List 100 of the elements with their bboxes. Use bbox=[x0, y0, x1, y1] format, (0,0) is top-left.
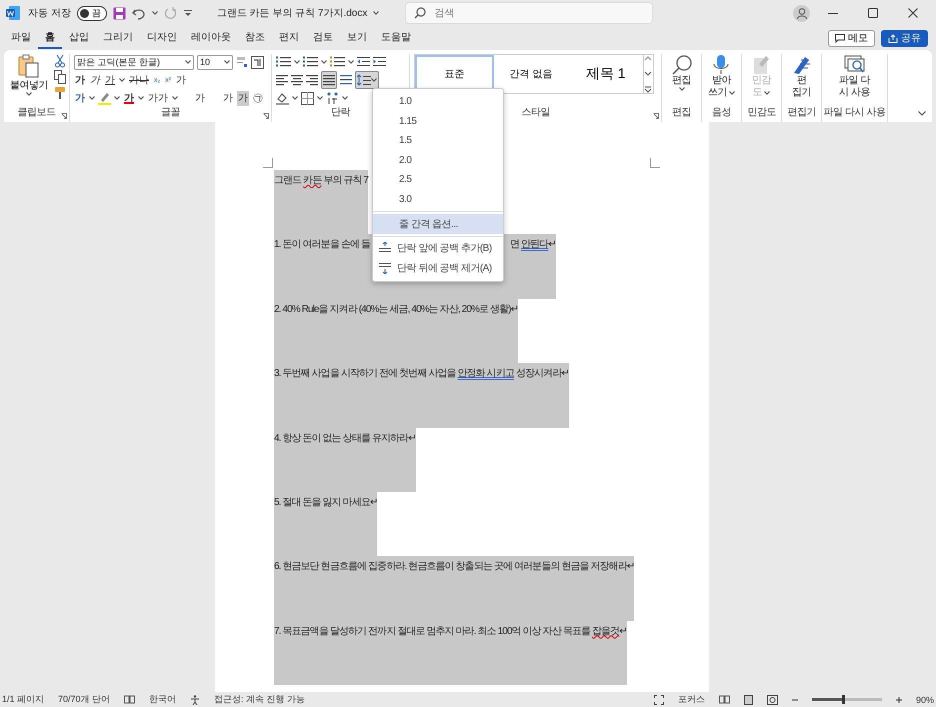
scroll-down-icon[interactable] bbox=[644, 70, 652, 76]
menu-item[interactable]: 2.5 bbox=[373, 170, 503, 190]
language[interactable]: 한국어 bbox=[149, 693, 176, 706]
close-icon[interactable] bbox=[908, 8, 918, 18]
increase-indent-icon[interactable] bbox=[373, 56, 386, 68]
paste-button[interactable]: 붙여넣기 bbox=[8, 54, 50, 106]
print-layout-icon[interactable] bbox=[744, 694, 753, 704]
web-layout-icon[interactable] bbox=[766, 694, 778, 704]
collapse-ribbon-icon[interactable] bbox=[918, 111, 926, 116]
caret-icon[interactable] bbox=[373, 11, 380, 15]
selected-paragraph[interactable]: 6. 현금보단 현금흐름에 집중하라. 현금흐름이 창출되는 곳에 여러분들의 현금을 저장해라↵ bbox=[274, 556, 634, 621]
menu-item[interactable]: 1.15 bbox=[373, 112, 503, 131]
dictate-button[interactable]: 받아 쓰기 bbox=[706, 54, 736, 106]
font-format-button[interactable]: 가나 bbox=[128, 72, 150, 88]
ribbon-tab[interactable]: 레이아웃 bbox=[184, 27, 238, 49]
selected-paragraph[interactable]: 2. 40% Rule을 지켜라 (40%는 세금, 40%는 자산, 20%로 생활)↵ bbox=[274, 298, 518, 364]
caret-icon[interactable] bbox=[348, 60, 354, 64]
undo-icon[interactable] bbox=[132, 6, 146, 20]
zoom-out-icon[interactable] bbox=[792, 696, 798, 702]
scroll-up-icon[interactable] bbox=[644, 55, 652, 61]
caret-icon[interactable] bbox=[342, 96, 348, 100]
menu-item[interactable]: 단락 뒤에 공백 제거(A) bbox=[373, 258, 503, 278]
ribbon-tab[interactable]: 디자인 bbox=[140, 27, 184, 49]
zoom-slider[interactable] bbox=[812, 698, 882, 701]
caret-icon[interactable] bbox=[729, 91, 736, 95]
font-format-button[interactable]: x² bbox=[164, 72, 172, 88]
caret-icon[interactable] bbox=[294, 60, 300, 64]
selected-paragraph[interactable]: 3. 두번째 사업을 시작하기 전에 첫번째 사업을 안정화 시키고 성장시켜라↵ bbox=[274, 363, 569, 428]
justify-icon[interactable] bbox=[323, 73, 335, 87]
reuse-files-button[interactable]: 파일 다 시 사용 bbox=[838, 54, 871, 106]
selected-paragraph[interactable]: 7. 목표금액을 달성하기 전까지 절대로 멈추지 마라. 최소 100억 이상 자산 목표를 잡을것↵ bbox=[274, 620, 627, 686]
caret-icon[interactable] bbox=[89, 96, 95, 100]
editor-button[interactable]: 편 집기 bbox=[790, 54, 813, 106]
font-effect-button[interactable]: 가 bbox=[181, 90, 219, 106]
caret-icon[interactable] bbox=[26, 92, 32, 96]
font-effect-button[interactable]: 가 bbox=[222, 90, 234, 106]
font-effect-button[interactable]: 가 bbox=[237, 90, 249, 106]
sort-icon[interactable] bbox=[326, 92, 339, 104]
ribbon-tab[interactable]: 검토 bbox=[306, 27, 340, 49]
menu-item[interactable]: 1.0 bbox=[373, 92, 503, 112]
caret-icon[interactable] bbox=[321, 60, 327, 64]
dialog-launcher-icon[interactable] bbox=[653, 113, 659, 119]
cut-icon[interactable] bbox=[54, 54, 66, 68]
caret-icon[interactable] bbox=[224, 60, 230, 64]
book-icon[interactable] bbox=[124, 695, 136, 704]
ribbon-tab[interactable]: 파일 bbox=[4, 27, 38, 49]
share-button[interactable]: 공유 bbox=[881, 30, 928, 46]
shading-icon[interactable] bbox=[276, 92, 289, 104]
document-title[interactable]: 그랜드 카든 부의 규칙 7가지.docx bbox=[216, 6, 368, 20]
ribbon-tab[interactable]: 참조 bbox=[238, 27, 272, 49]
font-effect-button[interactable]: 가 bbox=[123, 90, 135, 106]
menu-item[interactable]: 1.5 bbox=[373, 131, 503, 150]
font-format-button[interactable]: 가 bbox=[104, 72, 116, 88]
ribbon-tab[interactable]: 보기 bbox=[340, 27, 374, 49]
menu-item[interactable]: 단락 앞에 공백 추가(B) bbox=[373, 238, 503, 258]
caret-icon[interactable] bbox=[138, 96, 144, 100]
autosave-toggle[interactable]: 끔 bbox=[76, 6, 107, 20]
more-icon[interactable] bbox=[644, 86, 652, 93]
font-effect-button[interactable]: 가가 bbox=[147, 90, 169, 106]
character-border-icon[interactable] bbox=[251, 56, 264, 68]
dialog-launcher-icon[interactable] bbox=[61, 113, 67, 119]
font-name-field[interactable]: 맑은 고딕(본문 한글) bbox=[74, 54, 194, 70]
line-spacing-button[interactable] bbox=[355, 71, 379, 89]
accessibility-status[interactable]: 접근성: 계속 진행 가능 bbox=[214, 693, 306, 706]
caret-icon[interactable] bbox=[152, 11, 158, 15]
format-painter-icon[interactable] bbox=[54, 86, 66, 100]
caret-icon[interactable] bbox=[317, 96, 323, 100]
focus-mode[interactable]: 포커스 bbox=[678, 693, 705, 706]
font-format-button[interactable]: 가 bbox=[175, 72, 188, 88]
accessibility-icon[interactable] bbox=[190, 694, 200, 704]
dialog-launcher-icon[interactable] bbox=[263, 113, 269, 119]
distributed-icon[interactable] bbox=[340, 73, 352, 87]
selected-paragraph[interactable]: 4. 항상 돈이 없는 상태를 유지하라↵ bbox=[274, 428, 416, 492]
font-effect-button[interactable]: ㉠ bbox=[252, 90, 264, 106]
borders-icon[interactable] bbox=[301, 92, 314, 104]
zoom-slider-thumb[interactable] bbox=[842, 695, 846, 704]
ribbon-tab[interactable]: 편지 bbox=[272, 27, 306, 49]
zoom-level[interactable]: 90% bbox=[916, 694, 934, 704]
focus-icon[interactable] bbox=[654, 694, 664, 704]
numbering-icon[interactable] bbox=[303, 55, 318, 69]
font-format-button[interactable]: 가 bbox=[74, 72, 86, 88]
menu-item[interactable]: 3.0 bbox=[373, 190, 503, 209]
read-mode-icon[interactable] bbox=[718, 695, 730, 704]
save-icon[interactable] bbox=[112, 6, 126, 20]
caret-icon[interactable] bbox=[371, 78, 377, 82]
phonetic-guide-icon[interactable] bbox=[236, 56, 248, 68]
font-effect-button[interactable]: 가 bbox=[74, 90, 86, 106]
copy-icon[interactable] bbox=[54, 70, 66, 84]
font-size-field[interactable]: 10 bbox=[197, 54, 233, 70]
account-avatar[interactable] bbox=[793, 4, 810, 22]
ribbon-tab[interactable]: 삽입 bbox=[62, 27, 96, 49]
font-format-button[interactable]: x₂ bbox=[153, 72, 162, 88]
caret-icon[interactable] bbox=[119, 78, 125, 82]
caret-icon[interactable] bbox=[678, 87, 684, 91]
decrease-indent-icon[interactable] bbox=[357, 56, 370, 68]
caret-icon[interactable] bbox=[172, 96, 178, 100]
align-center-icon[interactable] bbox=[291, 73, 303, 87]
comments-button[interactable]: 메모 bbox=[828, 30, 875, 46]
search-field[interactable]: 검색 bbox=[405, 2, 654, 24]
menu-item[interactable]: 2.0 bbox=[373, 150, 503, 170]
